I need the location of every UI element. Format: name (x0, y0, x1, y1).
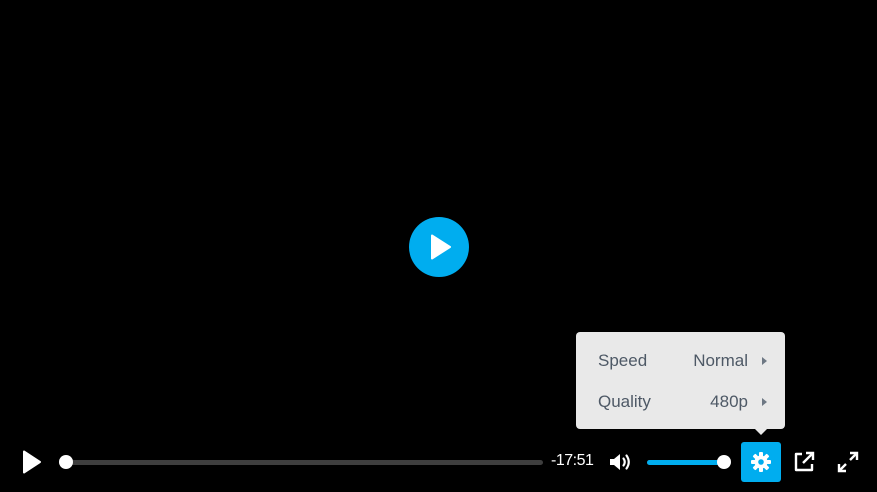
speed-label: Speed (598, 350, 648, 370)
volume-thumb[interactable] (717, 455, 731, 469)
progress-thumb[interactable] (59, 455, 73, 469)
fullscreen-button[interactable] (832, 444, 864, 480)
mute-button[interactable] (605, 444, 637, 480)
play-button[interactable] (14, 442, 50, 482)
volume-slider[interactable] (647, 455, 731, 469)
external-link-icon (794, 451, 815, 472)
progress-track (60, 460, 543, 465)
settings-menu: Speed Normal Quality 480p (576, 332, 785, 435)
settings-button[interactable] (741, 442, 781, 482)
play-icon (23, 450, 41, 474)
time-remaining: -17:51 (551, 452, 594, 469)
gear-icon (751, 452, 771, 472)
settings-speed-item[interactable]: Speed Normal (576, 340, 785, 381)
quality-label: Quality (598, 391, 651, 411)
speed-value: Normal (693, 350, 748, 370)
fullscreen-icon (837, 451, 859, 473)
video-player: Speed Normal Quality 480p -17:51 (0, 0, 877, 492)
progress-bar[interactable] (59, 455, 543, 469)
big-play-button[interactable] (409, 217, 469, 277)
volume-fill (647, 460, 724, 465)
play-icon (431, 234, 451, 260)
control-bar: -17:51 (0, 440, 877, 484)
settings-quality-item[interactable]: Quality 480p (576, 381, 785, 422)
quality-value: 480p (710, 391, 748, 411)
popout-button[interactable] (788, 444, 820, 480)
chevron-right-icon (762, 356, 767, 365)
chevron-right-icon (762, 397, 767, 406)
volume-icon (610, 454, 630, 470)
